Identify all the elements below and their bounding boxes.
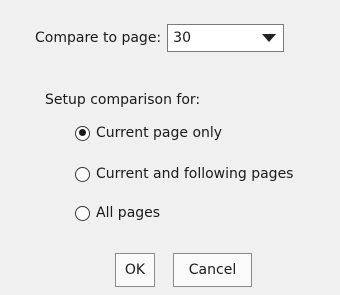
- compare-page-dropdown[interactable]: 30: [167, 24, 285, 52]
- radio-current-and-following[interactable]: [75, 166, 90, 182]
- option-label-current-page-only: Current page only: [96, 125, 223, 141]
- ok-button[interactable]: OK: [115, 253, 155, 287]
- option-current-and-following[interactable]: Current and following pages: [75, 166, 293, 182]
- option-all-pages[interactable]: All pages: [75, 205, 160, 221]
- radio-current-page-only[interactable]: [75, 125, 90, 141]
- setup-comparison-label: Setup comparison for:: [45, 92, 201, 108]
- radio-all-pages[interactable]: [75, 205, 90, 221]
- compare-page-value: 30: [173, 30, 191, 46]
- option-label-current-and-following: Current and following pages: [96, 166, 294, 182]
- compare-row: Compare to page: 30: [35, 23, 285, 53]
- option-label-all-pages: All pages: [96, 205, 161, 221]
- chevron-down-icon[interactable]: [262, 34, 277, 42]
- compare-to-page-label: Compare to page:: [35, 30, 162, 46]
- cancel-button[interactable]: Cancel: [173, 253, 252, 287]
- option-current-page-only[interactable]: Current page only: [75, 125, 222, 141]
